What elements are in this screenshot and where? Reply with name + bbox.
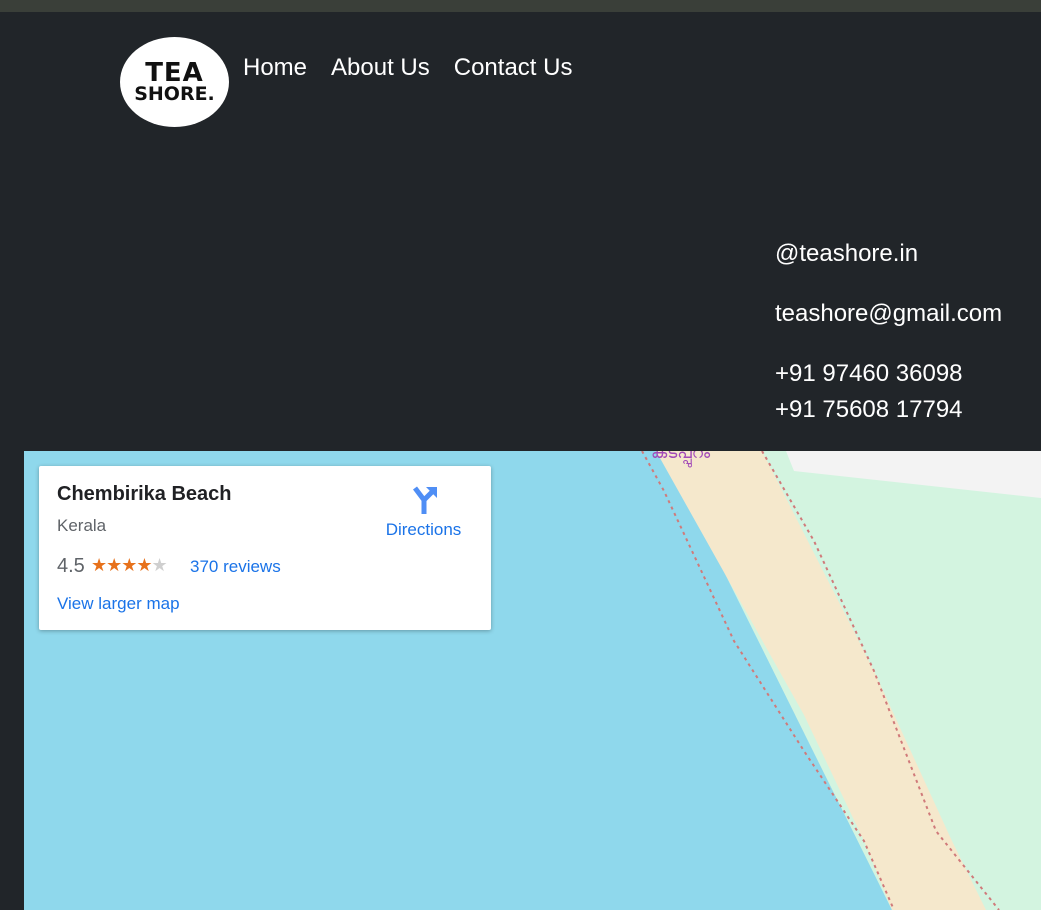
reviews-link[interactable]: 370 reviews [190, 557, 281, 577]
top-strip [0, 0, 1041, 12]
phone-number-1[interactable]: +91 97460 36098 [775, 360, 963, 388]
map-place-label: കടപ്പുറം [651, 451, 711, 463]
phone-number-2[interactable]: +91 75608 17794 [775, 396, 963, 424]
main-nav: Home About Us Contact Us [243, 54, 572, 82]
directions-icon [412, 486, 437, 514]
rating-value: 4.5 [57, 555, 85, 577]
email-address[interactable]: teashore@gmail.com [775, 300, 1002, 328]
logo-line-2: SHORE. [134, 83, 215, 106]
logo-line-1: TEA [145, 57, 204, 88]
nav-about-us[interactable]: About Us [331, 54, 430, 82]
place-name: Chembirika Beach [57, 483, 232, 505]
place-region: Kerala [57, 516, 107, 535]
nav-home[interactable]: Home [243, 54, 307, 82]
teashore-logo[interactable]: TEA SHORE. [120, 37, 229, 127]
directions-button[interactable]: Directions [376, 484, 471, 540]
rating-stars: ★★★★★ [91, 555, 168, 575]
directions-label: Directions [385, 520, 462, 539]
nav-contact-us[interactable]: Contact Us [454, 54, 573, 82]
place-card: Chembirika Beach Kerala 4.5 ★★★★★ 370 re… [39, 466, 491, 630]
view-larger-map-link[interactable]: View larger map [57, 594, 180, 614]
instagram-handle[interactable]: @teashore.in [775, 240, 918, 268]
